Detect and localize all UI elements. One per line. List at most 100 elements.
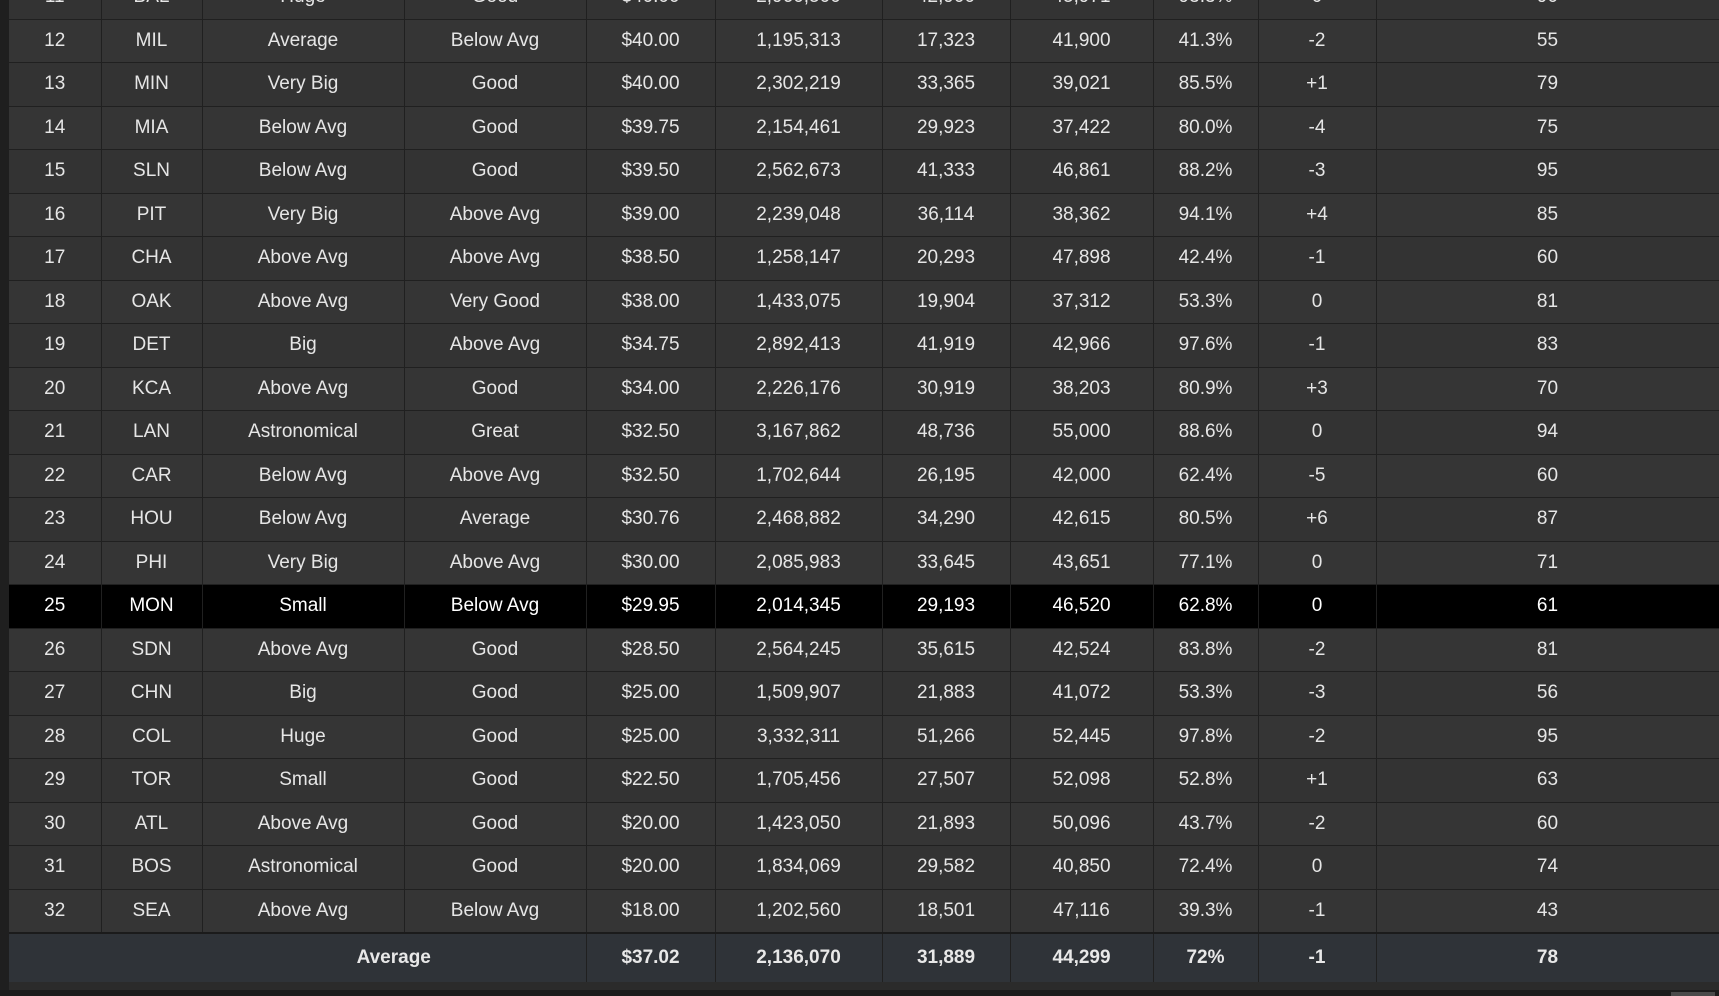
cell-capacity: 47,898 xyxy=(1010,236,1154,281)
cell-market: Small xyxy=(202,758,405,803)
cell-total: 1,702,644 xyxy=(715,454,883,498)
table-row[interactable]: 29 TOR Small Good $22.50 1,705,456 27,507 52,09… xyxy=(9,758,1719,803)
horizontal-scrollbar[interactable] xyxy=(0,990,1719,996)
cell-team: CHA xyxy=(101,236,203,281)
table-row[interactable]: 15 SLN Below Avg Good $39.50 2,562,673 41,333 4… xyxy=(9,149,1719,194)
table-row[interactable]: 16 PIT Very Big Above Avg $39.00 2,239,048 36,… xyxy=(9,193,1719,237)
cell-rank: 27 xyxy=(9,671,102,716)
cell-market: Above Avg xyxy=(202,280,405,324)
table-row[interactable]: 32 SEA Above Avg Below Avg $18.00 1,202,560 18… xyxy=(9,889,1719,934)
cell-capacity: 50,096 xyxy=(1010,802,1154,846)
cell-price: $25.00 xyxy=(586,671,716,716)
cell-capacity: 46,861 xyxy=(1010,149,1154,194)
cell-rating: 60 xyxy=(1376,802,1719,846)
table-row[interactable]: 25 MON Small Below Avg $29.95 2,014,345 29,193… xyxy=(9,584,1719,629)
cell-rating: 83 xyxy=(1376,323,1719,368)
cell-capacity: 42,524 xyxy=(1010,628,1154,672)
attendance-table: 11BALHugeGood$40.002,960,50042,90045,971… xyxy=(9,0,1719,982)
cell-change: 0 xyxy=(1258,541,1377,585)
table-row[interactable]: 20 KCA Above Avg Good $34.00 2,226,176 30,919 3… xyxy=(9,367,1719,411)
cell-total: 2,226,176 xyxy=(715,367,883,411)
cell-avg: 27,507 xyxy=(882,758,1011,803)
cell-avg: 30,919 xyxy=(882,367,1011,411)
cell-team: DET xyxy=(101,323,203,368)
cell-capacity: 45,971 xyxy=(1010,0,1154,20)
cell-pct: 80.9% xyxy=(1153,367,1259,411)
cell-rank: 11 xyxy=(9,0,102,20)
cell-price: $20.00 xyxy=(586,845,716,890)
cell-rank: 23 xyxy=(9,497,102,542)
cell-loyalty: Above Avg xyxy=(404,323,587,368)
footer-capacity: 44,299 xyxy=(1010,932,1154,982)
cell-change: 0 xyxy=(1258,584,1377,629)
cell-loyalty: Good xyxy=(404,0,587,20)
cell-total: 3,332,311 xyxy=(715,715,883,759)
cell-rating: 63 xyxy=(1376,758,1719,803)
cell-team: MIN xyxy=(101,62,203,107)
cell-price: $29.95 xyxy=(586,584,716,629)
table-row[interactable]: 19 DET Big Above Avg $34.75 2,892,413 41,919 42… xyxy=(9,323,1719,368)
cell-capacity: 42,966 xyxy=(1010,323,1154,368)
table-row[interactable]: 17 CHA Above Avg Above Avg $38.50 1,258,147 20… xyxy=(9,236,1719,281)
cell-capacity: 46,520 xyxy=(1010,584,1154,629)
cell-change: 0 xyxy=(1258,0,1377,20)
cell-rating: 71 xyxy=(1376,541,1719,585)
table-row[interactable]: 26 SDN Above Avg Good $28.50 2,564,245 35,615 4… xyxy=(9,628,1719,672)
cell-rank: 20 xyxy=(9,367,102,411)
cell-rank: 25 xyxy=(9,584,102,629)
cell-rank: 19 xyxy=(9,323,102,368)
table-footer-row: Average $37.02 2,136,070 31,889 44,299 72% -1 7… xyxy=(9,932,1719,982)
cell-rating: 75 xyxy=(1376,106,1719,150)
table-row[interactable]: 30 ATL Above Avg Good $20.00 1,423,050 21,893 5… xyxy=(9,802,1719,846)
cell-market: Below Avg xyxy=(202,497,405,542)
cell-change: -1 xyxy=(1258,236,1377,281)
cell-avg: 17,323 xyxy=(882,19,1011,63)
cell-market: Astronomical xyxy=(202,410,405,455)
table-row[interactable]: 18 OAK Above Avg Very Good $38.00 1,433,075 19… xyxy=(9,280,1719,324)
cell-avg: 33,365 xyxy=(882,62,1011,107)
cell-change: +1 xyxy=(1258,62,1377,107)
cell-avg: 34,290 xyxy=(882,497,1011,542)
cell-market: Huge xyxy=(202,715,405,759)
cell-team: SEA xyxy=(101,889,203,934)
cell-pct: 97.6% xyxy=(1153,323,1259,368)
cell-rating: 61 xyxy=(1376,584,1719,629)
table-row[interactable]: 28 COL Huge Good $25.00 3,332,311 51,266 52,445… xyxy=(9,715,1719,759)
cell-total: 1,433,075 xyxy=(715,280,883,324)
table-row[interactable]: 11BALHugeGood$40.002,960,50042,90045,971… xyxy=(9,0,1719,20)
cell-loyalty: Great xyxy=(404,410,587,455)
cell-loyalty: Above Avg xyxy=(404,454,587,498)
table-scroll-area[interactable]: 11BALHugeGood$40.002,960,50042,90045,971… xyxy=(9,0,1719,982)
cell-market: Huge xyxy=(202,0,405,20)
scrollbar-thumb[interactable] xyxy=(1671,992,1715,996)
table-row[interactable]: 27 CHN Big Good $25.00 1,509,907 21,883 41,072 5… xyxy=(9,671,1719,716)
cell-capacity: 38,203 xyxy=(1010,367,1154,411)
table-row[interactable]: 13 MIN Very Big Good $40.00 2,302,219 33,365 39… xyxy=(9,62,1719,107)
cell-market: Very Big xyxy=(202,193,405,237)
cell-rank: 12 xyxy=(9,19,102,63)
table-row[interactable]: 23 HOU Below Avg Average $30.76 2,468,882 34,2… xyxy=(9,497,1719,542)
cell-rank: 31 xyxy=(9,845,102,890)
cell-rank: 17 xyxy=(9,236,102,281)
table-row[interactable]: 21 LAN Astronomical Great $32.50 3,167,862 48,… xyxy=(9,410,1719,455)
cell-team: SDN xyxy=(101,628,203,672)
table-body: 11BALHugeGood$40.002,960,50042,90045,971… xyxy=(9,0,1719,982)
cell-loyalty: Above Avg xyxy=(404,193,587,237)
cell-loyalty: Good xyxy=(404,367,587,411)
cell-pct: 62.8% xyxy=(1153,584,1259,629)
table-row[interactable]: 31 BOS Astronomical Good $20.00 1,834,069 29,5… xyxy=(9,845,1719,890)
cell-loyalty: Below Avg xyxy=(404,19,587,63)
cell-capacity: 38,362 xyxy=(1010,193,1154,237)
table-row[interactable]: 24 PHI Very Big Above Avg $30.00 2,085,983 33,… xyxy=(9,541,1719,585)
cell-capacity: 39,021 xyxy=(1010,62,1154,107)
table-row[interactable]: 14 MIA Below Avg Good $39.75 2,154,461 29,923 3… xyxy=(9,106,1719,150)
cell-rank: 14 xyxy=(9,106,102,150)
cell-price: $39.00 xyxy=(586,193,716,237)
cell-change: -3 xyxy=(1258,671,1377,716)
table-row[interactable]: 12 MIL Average Below Avg $40.00 1,195,313 17,3… xyxy=(9,19,1719,63)
table-row[interactable]: 22 CAR Below Avg Above Avg $32.50 1,702,644 26… xyxy=(9,454,1719,498)
cell-avg: 20,293 xyxy=(882,236,1011,281)
cell-capacity: 47,116 xyxy=(1010,889,1154,934)
cell-rank: 13 xyxy=(9,62,102,107)
cell-pct: 80.0% xyxy=(1153,106,1259,150)
